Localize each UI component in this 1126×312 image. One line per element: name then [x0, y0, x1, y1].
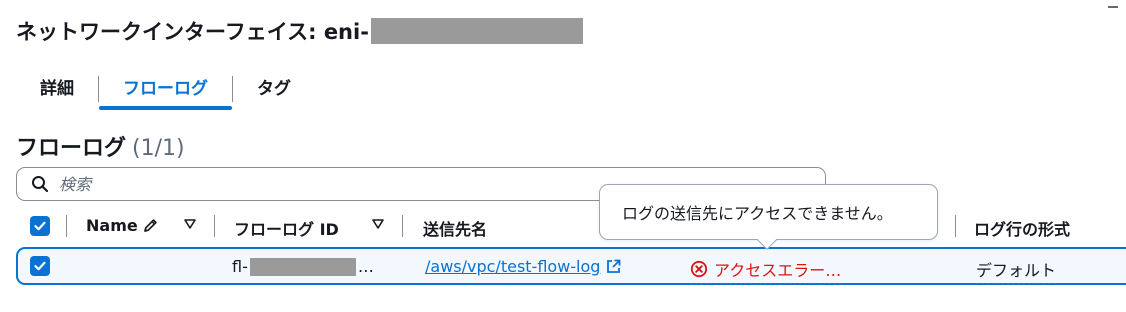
search-icon [32, 176, 49, 193]
column-header-name[interactable]: Name [86, 216, 138, 235]
log-format-cell[interactable]: デフォルト [976, 257, 1057, 284]
check-icon [34, 261, 46, 271]
edit-icon[interactable] [142, 217, 159, 234]
flow-log-id-prefix: fl- [232, 257, 248, 276]
tab-flow-logs[interactable]: フローログ [99, 68, 232, 110]
row-checkbox[interactable] [30, 256, 50, 276]
page-title: ネットワークインターフェイス: eni- [16, 16, 583, 46]
error-tooltip-text: ログの送信先にアクセスできません。 [622, 204, 893, 223]
section-title-text: フローログ [16, 136, 127, 161]
column-separator [402, 215, 403, 237]
redacted-flow-log-id [249, 257, 356, 276]
table-row[interactable]: fl- … /aws/vpc/test-flow-log アクセスエラー… デフ… [16, 247, 1126, 285]
external-link-icon [607, 259, 621, 273]
section-count: (1/1) [132, 136, 185, 161]
column-header-flow-log-id[interactable]: フローログ ID [234, 216, 339, 240]
column-separator [214, 215, 215, 237]
window-divider [1108, 6, 1118, 8]
destination-link-text: /aws/vpc/test-flow-log [425, 257, 601, 276]
column-separator [66, 215, 67, 237]
status-error-text: アクセスエラー… [714, 261, 842, 280]
check-icon [34, 221, 46, 231]
column-header-destination[interactable]: 送信先名 [423, 216, 487, 240]
destination-link[interactable]: /aws/vpc/test-flow-log [425, 257, 621, 276]
table-header: Name フローログ ID 送信先名 ログ行の形式 [16, 208, 1126, 244]
flow-log-id-cell: fl- … [232, 257, 374, 276]
redacted-eni-id [370, 18, 583, 44]
sort-down-icon[interactable] [371, 217, 385, 231]
section-title: フローログ (1/1) [16, 130, 185, 162]
tab-details[interactable]: 詳細 [16, 68, 98, 110]
tab-bar: 詳細 フローログ タグ [16, 68, 315, 110]
select-all-checkbox[interactable] [30, 216, 50, 236]
column-separator [955, 215, 956, 237]
page-title-text: ネットワークインターフェイス: eni- [16, 20, 369, 44]
tab-tags[interactable]: タグ [233, 68, 315, 110]
status-error[interactable]: アクセスエラー… [690, 257, 842, 284]
column-header-log-format[interactable]: ログ行の形式 [974, 216, 1070, 240]
error-icon [690, 260, 708, 278]
sort-down-icon[interactable] [183, 217, 197, 231]
flow-log-id-suffix: … [357, 257, 374, 276]
